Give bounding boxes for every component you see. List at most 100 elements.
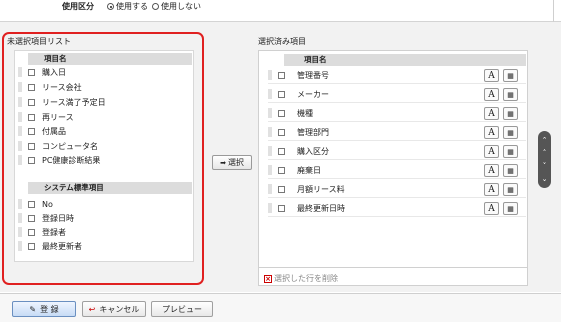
- row-label: 管理番号: [297, 70, 329, 80]
- settings-table-icon[interactable]: ▦: [503, 107, 518, 120]
- item-checkbox[interactable]: [28, 83, 35, 91]
- move-bottom-icon[interactable]: ⌄: [542, 175, 548, 183]
- selected-row[interactable]: 管理部門 A ▦: [268, 124, 526, 141]
- item-checkbox[interactable]: [28, 68, 35, 76]
- row-checkbox[interactable]: [278, 147, 285, 155]
- drag-handle-icon[interactable]: [18, 82, 22, 92]
- drag-handle-icon[interactable]: [18, 126, 22, 136]
- divider: [258, 267, 528, 268]
- item-checkbox[interactable]: [28, 228, 35, 236]
- settings-table-icon[interactable]: ▦: [503, 164, 518, 177]
- font-a-icon[interactable]: A: [484, 88, 499, 101]
- drag-handle-icon[interactable]: [18, 112, 22, 122]
- row-checkbox[interactable]: [278, 109, 285, 117]
- drag-handle-icon[interactable]: [268, 89, 272, 99]
- list-item[interactable]: コンピュータ名: [18, 140, 98, 152]
- list-item[interactable]: 登録者: [18, 226, 66, 238]
- font-a-icon[interactable]: A: [484, 126, 499, 139]
- drag-handle-icon[interactable]: [268, 146, 272, 156]
- delete-selected-button[interactable]: × 選択した行を削除: [264, 273, 338, 284]
- drag-handle-icon[interactable]: [268, 70, 272, 80]
- move-up-icon[interactable]: ˄: [543, 149, 547, 157]
- drag-handle-icon[interactable]: [18, 241, 22, 251]
- move-top-icon[interactable]: ⌃: [542, 136, 548, 144]
- drag-handle-icon[interactable]: [268, 184, 272, 194]
- item-checkbox[interactable]: [28, 142, 35, 150]
- list-item[interactable]: 付属品: [18, 125, 66, 137]
- settings-table-icon[interactable]: ▦: [503, 183, 518, 196]
- item-label: PC健康診断結果: [42, 155, 101, 165]
- selected-row[interactable]: 最終更新日時 A ▦: [268, 200, 526, 217]
- drag-handle-icon[interactable]: [268, 165, 272, 175]
- unselected-group-header: 項目名: [28, 53, 192, 65]
- item-checkbox[interactable]: [28, 200, 35, 208]
- system-group-header: システム標準項目: [28, 182, 192, 194]
- list-item[interactable]: PC健康診断結果: [18, 154, 100, 166]
- font-a-icon[interactable]: A: [484, 183, 499, 196]
- list-item[interactable]: 再リース: [18, 111, 74, 123]
- row-checkbox[interactable]: [278, 71, 285, 79]
- list-item[interactable]: 購入日: [18, 66, 66, 78]
- settings-table-icon[interactable]: ▦: [503, 145, 518, 158]
- selected-row[interactable]: 購入区分 A ▦: [268, 143, 526, 160]
- selected-row[interactable]: 廃棄日 A ▦: [268, 162, 526, 179]
- register-button[interactable]: ✎ 登 録: [12, 301, 76, 317]
- settings-table-icon[interactable]: ▦: [503, 126, 518, 139]
- font-a-icon[interactable]: A: [484, 145, 499, 158]
- cancel-button[interactable]: ↩ キャンセル: [82, 301, 146, 317]
- row-checkbox[interactable]: [278, 185, 285, 193]
- select-button[interactable]: ➡ 選択: [212, 155, 252, 170]
- item-checkbox[interactable]: [28, 127, 35, 135]
- row-checkbox[interactable]: [278, 90, 285, 98]
- drag-handle-icon[interactable]: [18, 155, 22, 165]
- settings-table-icon[interactable]: ▦: [503, 88, 518, 101]
- list-item[interactable]: リース会社: [18, 81, 82, 93]
- selected-row[interactable]: 機種 A ▦: [268, 105, 526, 122]
- row-checkbox[interactable]: [278, 128, 285, 136]
- font-a-icon[interactable]: A: [484, 164, 499, 177]
- font-a-icon[interactable]: A: [484, 202, 499, 215]
- radio-not-use-label: 使用しない: [161, 2, 201, 11]
- radio-use[interactable]: 使用する: [107, 1, 148, 12]
- drag-handle-icon[interactable]: [18, 213, 22, 223]
- drag-handle-icon[interactable]: [18, 227, 22, 237]
- drag-handle-icon[interactable]: [268, 108, 272, 118]
- item-label: リース会社: [42, 82, 82, 92]
- drag-handle-icon[interactable]: [268, 203, 272, 213]
- move-down-icon[interactable]: ˅: [543, 162, 547, 170]
- item-checkbox[interactable]: [28, 113, 35, 121]
- list-item[interactable]: No: [18, 198, 53, 210]
- list-item[interactable]: 登録日時: [18, 212, 74, 224]
- drag-handle-icon[interactable]: [18, 97, 22, 107]
- settings-table-icon[interactable]: ▦: [503, 202, 518, 215]
- settings-table-icon[interactable]: ▦: [503, 69, 518, 82]
- row-label: 機種: [297, 108, 313, 118]
- font-a-icon[interactable]: A: [484, 107, 499, 120]
- item-label: No: [42, 199, 53, 209]
- row-label: 月額リース料: [297, 184, 345, 194]
- select-button-label: 選択: [227, 158, 244, 167]
- radio-not-use[interactable]: 使用しない: [152, 1, 201, 12]
- item-checkbox[interactable]: [28, 214, 35, 222]
- usage-bar: 使用区分 使用する 使用しない: [0, 0, 561, 22]
- selected-row[interactable]: メーカー A ▦: [268, 86, 526, 103]
- row-checkbox[interactable]: [278, 204, 285, 212]
- usage-label: 使用区分: [62, 2, 94, 11]
- item-checkbox[interactable]: [28, 156, 35, 164]
- arrow-right-icon: ➡: [220, 158, 226, 167]
- list-item[interactable]: リース満了予定日: [18, 96, 106, 108]
- drag-handle-icon[interactable]: [18, 141, 22, 151]
- list-item[interactable]: 最終更新者: [18, 240, 82, 252]
- item-checkbox[interactable]: [28, 98, 35, 106]
- drag-handle-icon[interactable]: [18, 67, 22, 77]
- selected-row[interactable]: 管理番号 A ▦: [268, 67, 526, 84]
- item-checkbox[interactable]: [28, 242, 35, 250]
- row-label: メーカー: [297, 89, 329, 99]
- drag-handle-icon[interactable]: [268, 127, 272, 137]
- selected-row[interactable]: 月額リース料 A ▦: [268, 181, 526, 198]
- item-label: 付属品: [42, 126, 66, 136]
- row-checkbox[interactable]: [278, 166, 285, 174]
- drag-handle-icon[interactable]: [18, 199, 22, 209]
- font-a-icon[interactable]: A: [484, 69, 499, 82]
- preview-button[interactable]: プレビュー: [151, 301, 213, 317]
